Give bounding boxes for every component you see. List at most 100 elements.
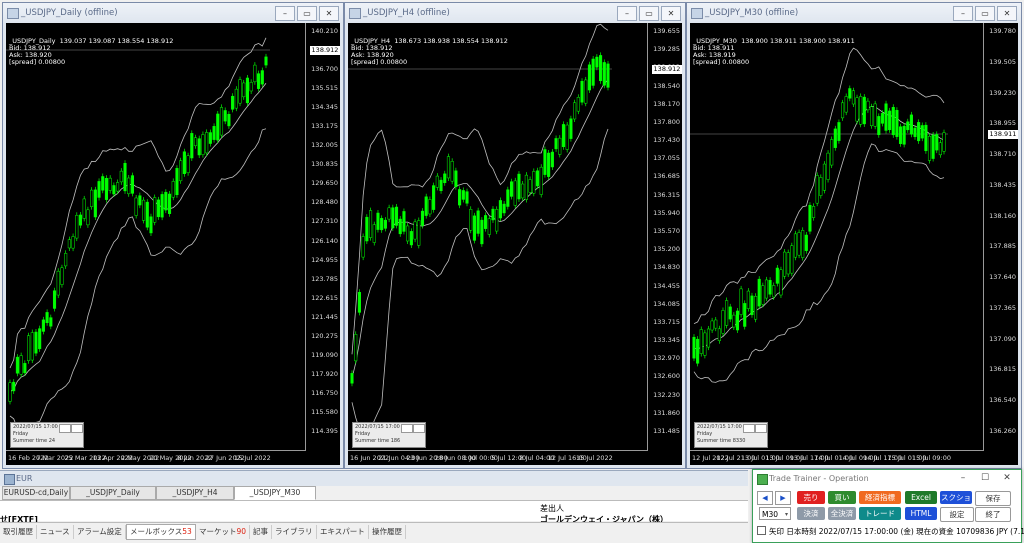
terminal-tab[interactable]: エキスパート — [317, 525, 369, 539]
terminal-tab[interactable]: 取引履歴 — [0, 525, 37, 539]
candle-body — [413, 221, 417, 240]
close-button[interactable]: ✕ — [997, 6, 1017, 21]
window-titlebar[interactable]: _USDJPY_Daily (offline) – ▭ ✕ — [3, 3, 343, 23]
maximize-button[interactable]: ▭ — [297, 6, 317, 21]
chart-tab[interactable]: _USDJPY_H4 (offline) — [156, 486, 234, 509]
candle-body — [394, 206, 399, 226]
price-tick-label: 137.055 — [653, 154, 680, 163]
economic-indicator-button[interactable]: 経済指標 — [859, 491, 901, 504]
price-axis[interactable]: 139.780 139.505 139.230 138.955 138.710 138.4… — [983, 23, 1018, 451]
candle-body — [12, 381, 16, 392]
candle-body — [602, 62, 606, 86]
candle-body — [357, 292, 361, 313]
candle-body — [495, 209, 499, 232]
terminal-tab[interactable]: 記事 — [250, 525, 272, 539]
chart-window-m30[interactable]: _USDJPY_M30 (offline) – ▭ ✕ _USDJPY_M30 … — [686, 2, 1022, 469]
close-button[interactable]: ✕ — [319, 6, 339, 21]
time-info-box: 2022/07/15 17:00 (JST) Friday Summer tim… — [10, 422, 84, 448]
info-next-button[interactable] — [755, 424, 767, 433]
info-prev-button[interactable] — [401, 424, 413, 433]
window-titlebar[interactable]: _USDJPY_H4 (offline) – ▭ ✕ — [345, 3, 685, 23]
terminal-tab[interactable]: アラーム設定 — [74, 525, 126, 539]
candle-body — [750, 295, 754, 316]
candle-body — [149, 216, 153, 234]
candle-body — [93, 189, 97, 218]
trade-trainer-titlebar[interactable]: Trade Trainer - Operation – ☐ ✕ — [753, 470, 1021, 488]
price-axis[interactable]: 140.210137.870136.700135.515134.345133.1… — [305, 23, 340, 451]
close-button[interactable]: ✕ — [661, 6, 681, 21]
timeframe-select[interactable]: M30 ▾ — [759, 507, 791, 520]
terminal-tab[interactable]: マーケット90 — [196, 525, 251, 539]
column-header-sender[interactable]: 差出人 — [540, 503, 564, 514]
chart-area[interactable]: _USDJPY_H4 138.673 138.938 138.554 138.9… — [348, 23, 682, 465]
candle-body — [873, 103, 877, 127]
settings-button[interactable]: 設定 — [940, 507, 974, 522]
maximize-button[interactable]: ☐ — [975, 472, 995, 485]
trade-trainer-panel[interactable]: Trade Trainer - Operation – ☐ ✕ ◀ ▶ 売り 買… — [752, 469, 1024, 543]
price-tick-label: 136.260 — [989, 427, 1016, 435]
price-tick-label: 139.230 — [989, 88, 1016, 97]
candle-body — [938, 142, 942, 156]
excel-button[interactable]: Excel — [905, 491, 937, 504]
arrow-checkbox[interactable] — [757, 526, 766, 535]
screenshot-button[interactable]: スクショ — [940, 491, 972, 504]
chart-tab[interactable]: EURUSD-cd,Daily — [2, 486, 70, 500]
candle-body — [524, 174, 528, 200]
time-axis[interactable]: 16 Feb 2022 7 Mar 2022 25 Mar 2022 13 Apr 2… — [6, 450, 306, 465]
chart-tab[interactable]: _USDJPY_Daily (offline) — [70, 486, 156, 509]
candle-body — [253, 64, 257, 83]
terminal-tab[interactable]: ニュース — [37, 525, 74, 539]
settle-all-button[interactable]: 全決済 — [828, 507, 856, 520]
price-axis[interactable]: 139.655 139.285 138.912 138.540 138.170 137.8… — [647, 23, 682, 451]
exit-button[interactable]: 終了 — [975, 507, 1011, 522]
candle-body — [402, 211, 406, 232]
terminal-tab[interactable]: ライブラリ — [272, 525, 317, 539]
info-next-button[interactable] — [413, 424, 425, 433]
maximize-button[interactable]: ▭ — [639, 6, 659, 21]
close-button[interactable]: ✕ — [997, 472, 1017, 485]
candle-body — [205, 132, 209, 154]
trade-button[interactable]: トレード — [859, 507, 901, 520]
time-axis[interactable]: 16 Jun 2022 21 Jun 04:00 23 Jun 20:00 28 Ju… — [348, 450, 648, 465]
chart-area[interactable]: _USDJPY_M30 138.900 138.911 138.900 138.… — [690, 23, 1018, 465]
candle-body — [880, 113, 884, 124]
sell-button[interactable]: 売り — [797, 491, 825, 504]
minimize-button[interactable]: – — [617, 6, 637, 21]
info-next-button[interactable] — [71, 424, 83, 433]
minimize-button[interactable]: – — [953, 6, 973, 21]
candle-body — [391, 207, 395, 229]
candle-body — [714, 319, 718, 329]
chart-tab-active[interactable]: _USDJPY_M30 (offline) — [234, 486, 316, 509]
time-axis[interactable]: 12 Jul 2022 12 Jul 21:00 13 Jul 01:00 13 Ju… — [690, 450, 984, 465]
candle-body — [884, 103, 888, 131]
settle-button[interactable]: 決済 — [797, 507, 825, 520]
candle-body — [775, 267, 779, 284]
price-tick-label: 121.445 — [311, 312, 338, 321]
window-titlebar[interactable]: _USDJPY_M30 (offline) – ▭ ✕ — [687, 3, 1021, 23]
info-prev-button[interactable] — [59, 424, 71, 433]
terminal-tab[interactable]: メールボックス53 — [126, 524, 196, 540]
save-button[interactable]: 保存 — [975, 491, 1011, 506]
prev-bar-button[interactable]: ◀ — [757, 491, 773, 505]
chart-window-h4[interactable]: _USDJPY_H4 (offline) – ▭ ✕ _USDJPY_H4 13… — [344, 2, 686, 469]
minimize-button[interactable]: – — [953, 472, 973, 485]
terminal-tab[interactable]: 操作履歴 — [369, 525, 406, 539]
minimize-button[interactable]: – — [275, 6, 295, 21]
buy-button[interactable]: 買い — [828, 491, 856, 504]
price-tick-label: 134.455 — [653, 281, 680, 290]
candle-body — [190, 133, 194, 159]
trade-trainer-title: Trade Trainer - Operation — [769, 474, 869, 483]
candle-body — [895, 110, 899, 137]
candle-body — [924, 124, 928, 152]
candle-body — [90, 189, 94, 207]
info-prev-button[interactable] — [743, 424, 755, 433]
chart-window-daily[interactable]: _USDJPY_Daily (offline) – ▭ ✕ _USDJPY_Da… — [2, 2, 344, 469]
candle-body — [123, 163, 127, 192]
maximize-button[interactable]: ▭ — [975, 6, 995, 21]
next-bar-button[interactable]: ▶ — [775, 491, 791, 505]
candle-body — [569, 118, 573, 139]
html-button[interactable]: HTML — [905, 507, 937, 520]
terminal-titlebar[interactable]: EUR — [0, 470, 748, 487]
chart-area[interactable]: _USDJPY_Daily 139.037 139.087 138.554 13… — [6, 23, 340, 465]
candle-body — [458, 189, 462, 206]
